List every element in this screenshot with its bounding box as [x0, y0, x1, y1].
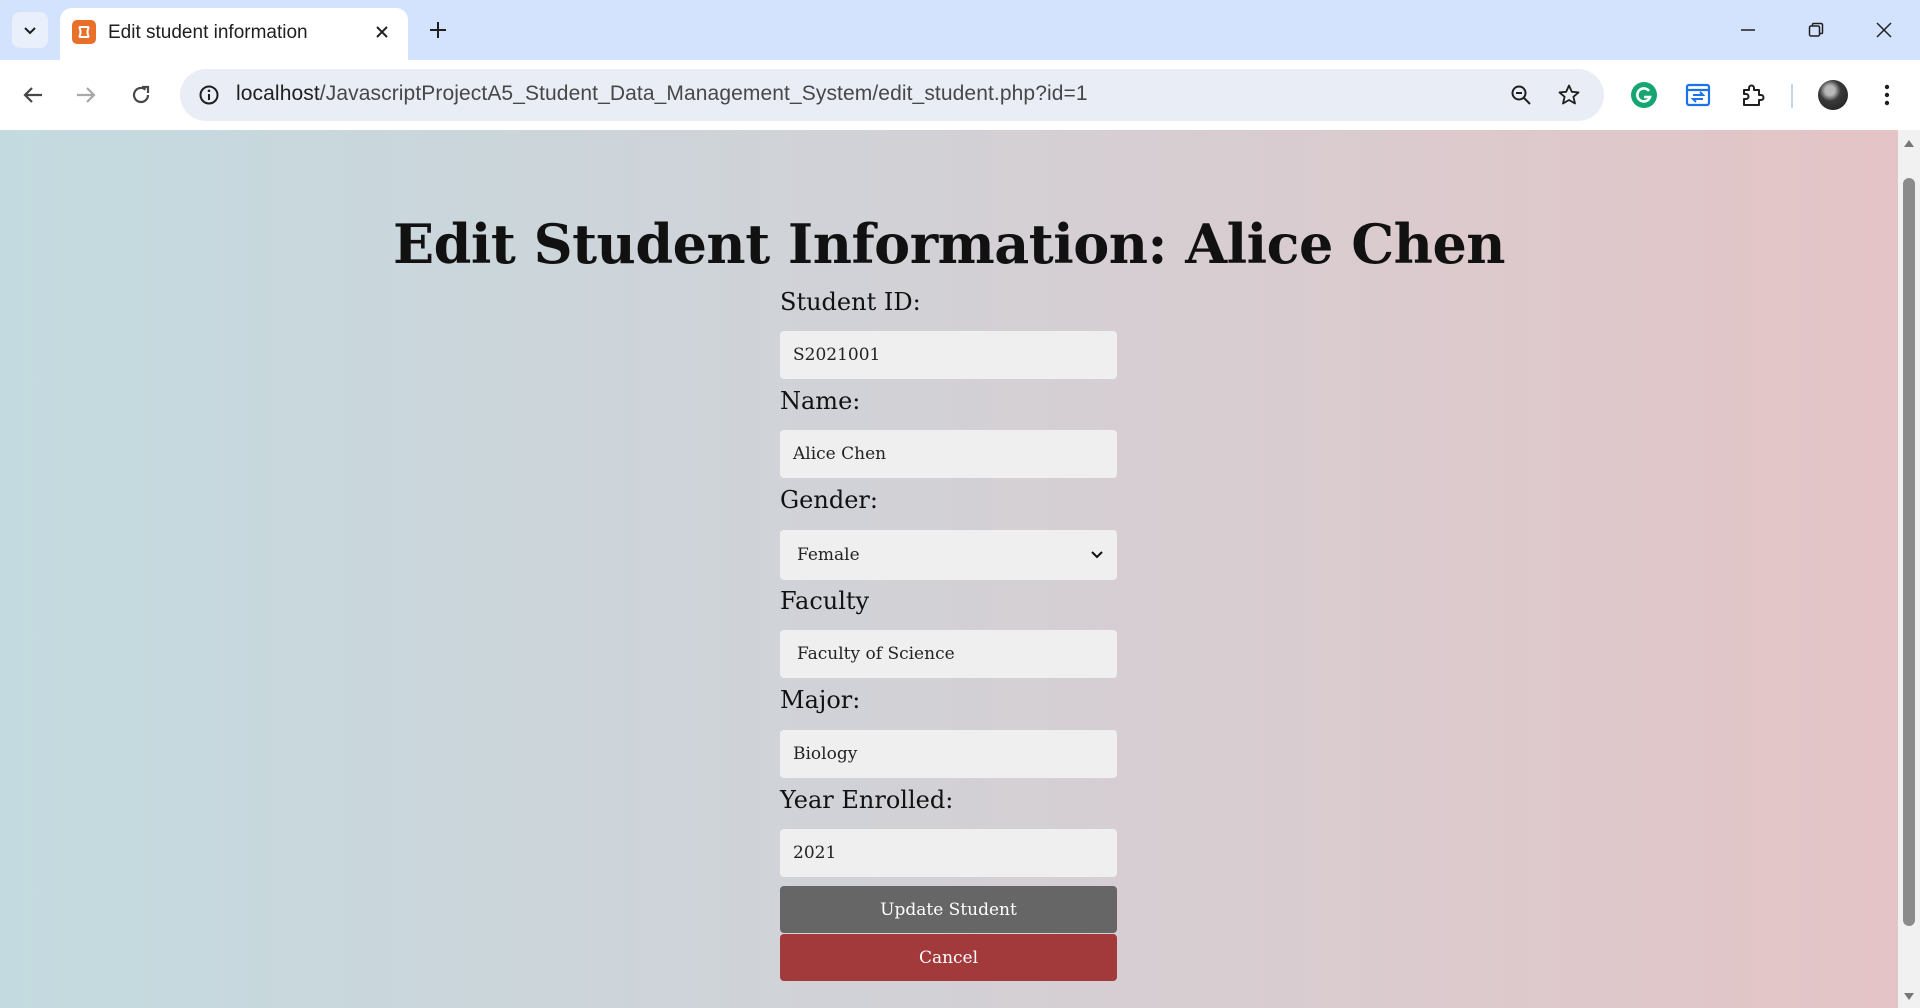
gender-value: Female: [797, 545, 860, 565]
close-icon: [1876, 22, 1892, 38]
major-input[interactable]: Biology: [780, 730, 1117, 778]
chevron-down-icon: [1091, 551, 1103, 559]
url-text: localhost/JavascriptProjectA5_Student_Da…: [236, 82, 1088, 106]
tab-title: Edit student information: [108, 22, 308, 43]
close-window-button[interactable]: [1860, 8, 1908, 52]
url-host: localhost: [236, 82, 320, 105]
student-id-label: Student ID:: [780, 288, 921, 316]
year-enrolled-value: 2021: [793, 843, 837, 863]
minimize-icon: [1741, 29, 1755, 31]
minimize-button[interactable]: [1724, 8, 1772, 52]
profile-avatar[interactable]: [1818, 80, 1848, 110]
name-label: Name:: [780, 387, 861, 415]
browser-tab-bar: Edit student information: [0, 0, 1920, 60]
scroll-down-arrow-icon[interactable]: [1902, 990, 1916, 1004]
plus-icon: [430, 22, 446, 38]
more-vertical-icon: [1884, 84, 1890, 106]
extensions-puzzle-icon[interactable]: [1736, 78, 1770, 112]
faculty-label: Faculty: [780, 587, 870, 615]
reload-button[interactable]: [122, 76, 160, 114]
site-info-icon[interactable]: [194, 80, 224, 110]
scrollbar-thumb[interactable]: [1903, 178, 1915, 926]
student-id-input[interactable]: S2021001: [780, 331, 1117, 379]
faculty-value: Faculty of Science: [797, 644, 955, 664]
toolbar-separator: [1791, 84, 1793, 108]
forward-button[interactable]: [67, 76, 105, 114]
gender-select[interactable]: Female: [780, 530, 1117, 580]
url-path: /JavascriptProjectA5_Student_Data_Manage…: [319, 82, 1088, 105]
update-student-button[interactable]: Update Student: [780, 886, 1117, 933]
screen-extension-icon[interactable]: [1681, 78, 1715, 112]
page-title: Edit Student Information: Alice Chen: [392, 212, 1506, 276]
student-id-value: S2021001: [793, 345, 881, 365]
chevron-down-icon: [24, 27, 36, 35]
close-icon: [376, 26, 388, 38]
year-enrolled-label: Year Enrolled:: [780, 786, 954, 814]
major-label: Major:: [780, 686, 861, 714]
browser-toolbar: localhost/JavascriptProjectA5_Student_Da…: [0, 60, 1920, 130]
cancel-button[interactable]: Cancel: [780, 934, 1117, 981]
tab-search-button[interactable]: [12, 12, 48, 48]
xampp-favicon-icon: [72, 20, 96, 44]
zoom-icon[interactable]: [1506, 80, 1536, 110]
active-tab[interactable]: Edit student information: [60, 8, 408, 60]
major-value: Biology: [793, 744, 858, 764]
bookmark-star-icon[interactable]: [1554, 80, 1584, 110]
restore-icon: [1808, 22, 1824, 37]
new-tab-button[interactable]: [422, 12, 454, 48]
faculty-input[interactable]: Faculty of Science: [780, 630, 1117, 678]
arrow-right-icon: [77, 87, 96, 103]
year-enrolled-input[interactable]: 2021: [780, 829, 1117, 877]
name-value: Alice Chen: [793, 444, 887, 464]
address-bar[interactable]: localhost/JavascriptProjectA5_Student_Da…: [180, 69, 1604, 121]
scroll-up-arrow-icon[interactable]: [1902, 136, 1916, 150]
tab-close-button[interactable]: [368, 18, 396, 46]
page-scrollbar[interactable]: [1898, 130, 1920, 1008]
page-viewport: Edit Student Information: Alice Chen Stu…: [0, 130, 1898, 1008]
browser-menu-button[interactable]: [1872, 78, 1902, 112]
grammarly-extension-icon[interactable]: [1627, 78, 1661, 112]
arrow-left-icon: [23, 87, 42, 103]
name-input[interactable]: Alice Chen: [780, 430, 1117, 478]
reload-icon: [132, 85, 150, 104]
back-button[interactable]: [14, 76, 52, 114]
restore-button[interactable]: [1792, 8, 1840, 52]
gender-label: Gender:: [780, 486, 878, 514]
